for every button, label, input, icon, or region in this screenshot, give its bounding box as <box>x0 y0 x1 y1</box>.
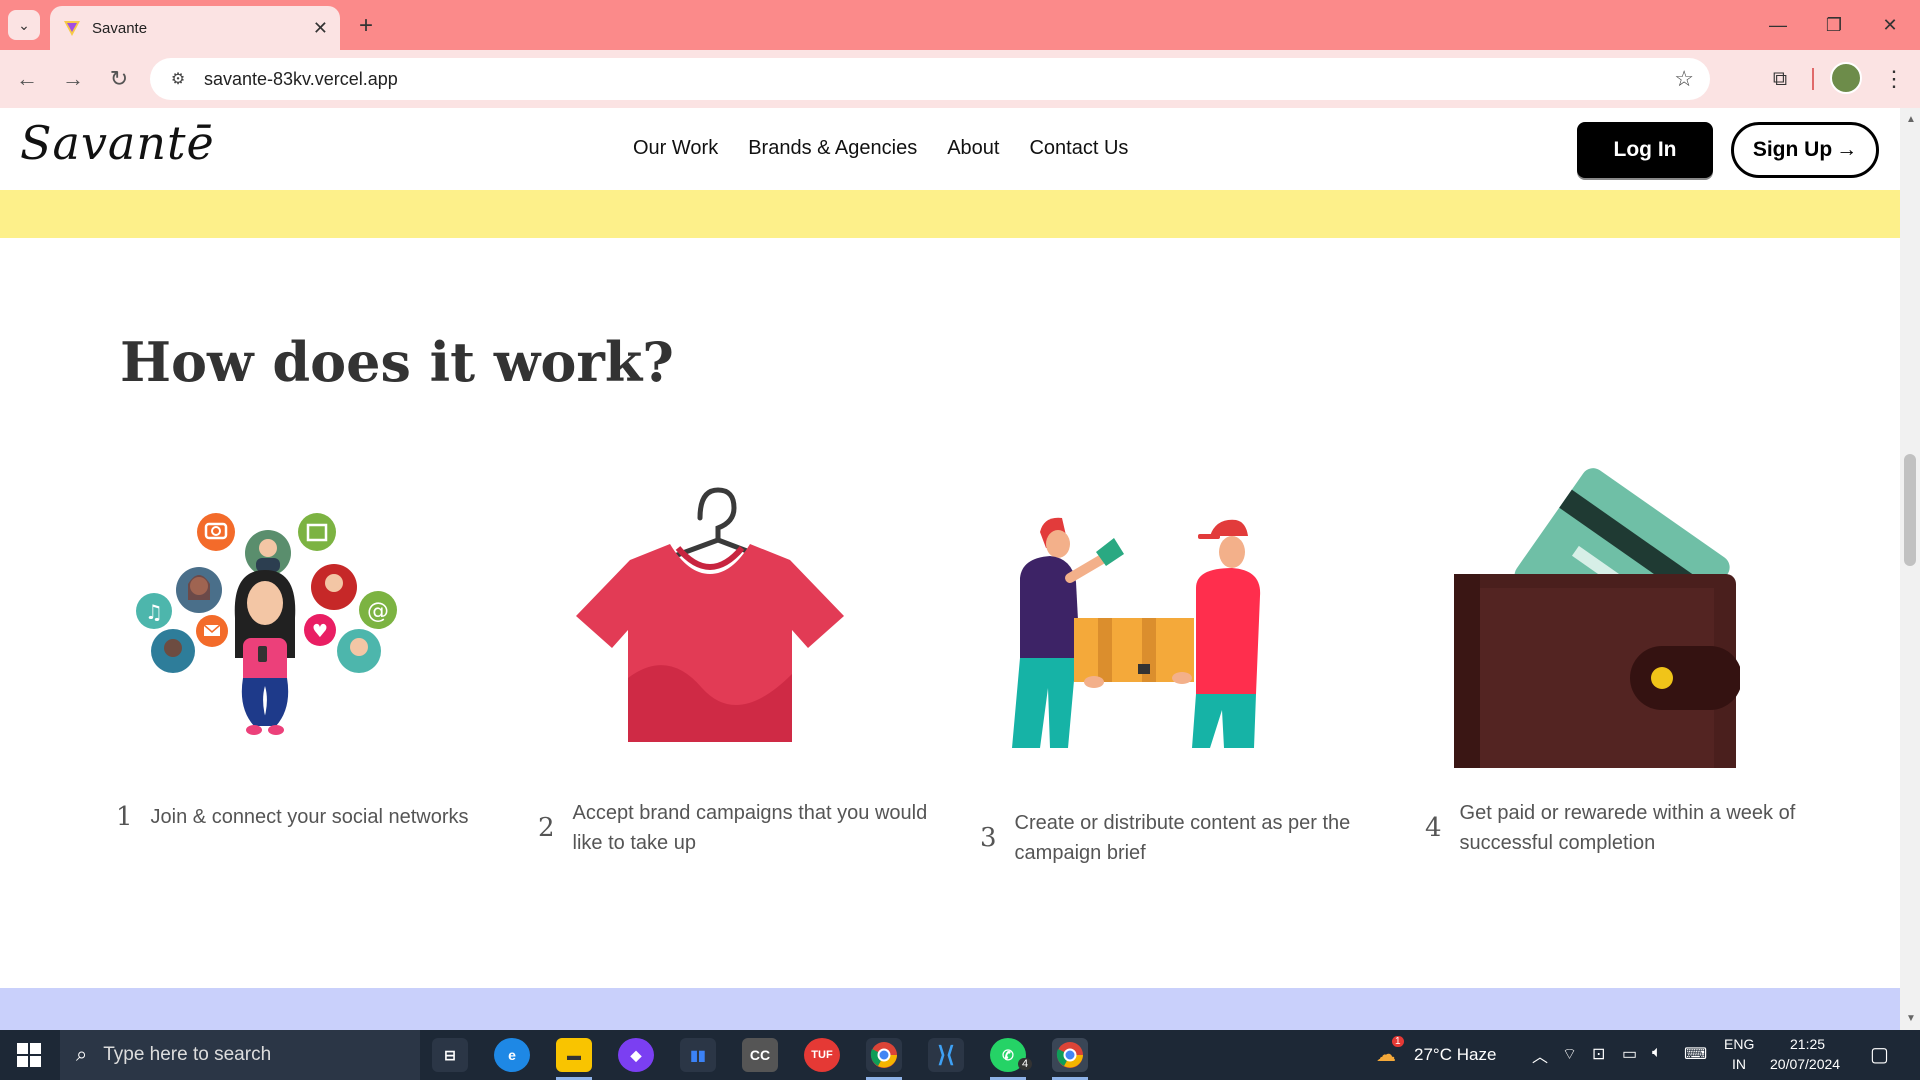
svg-text:♥: ♥ <box>312 621 328 642</box>
step-1: 1 Join & connect your social networks <box>116 802 496 832</box>
site-info-icon[interactable]: ⚙ <box>166 67 190 91</box>
step-3: 3 Create or distribute content as per th… <box>980 808 1380 868</box>
step-3-text: Create or distribute content as per the … <box>1014 812 1351 864</box>
back-icon[interactable]: ← <box>12 64 42 94</box>
language-bottom[interactable]: IN <box>1732 1056 1746 1072</box>
network-icon[interactable]: ⌔ <box>1562 1044 1577 1064</box>
wallet-payment-illustration <box>1454 468 1740 768</box>
tray-chevron-icon[interactable]: ︿ <box>1532 1043 1548 1067</box>
nav-our-work[interactable]: Our Work <box>633 137 718 160</box>
new-tab-button[interactable]: + <box>352 12 380 40</box>
edge-browser-icon[interactable]: e <box>494 1038 530 1072</box>
content-delivery-illustration <box>1012 517 1261 748</box>
taskbar-search-placeholder: Type here to search <box>103 1044 272 1065</box>
notifications-icon[interactable]: ▢ <box>1870 1042 1889 1067</box>
step-4-text: Get paid or rewarede within a week of su… <box>1459 802 1796 854</box>
chrome-profile-icon[interactable] <box>866 1038 902 1072</box>
step-2: 2 Accept brand campaigns that you would … <box>538 798 938 858</box>
svg-text:♫: ♫ <box>145 600 163 624</box>
social-network-illustration: @ ♫ ♥ <box>136 513 397 735</box>
savante-logo[interactable]: Savantē <box>20 116 215 170</box>
signup-label: Sign Up <box>1752 138 1833 161</box>
toolbar-divider <box>1812 68 1814 90</box>
url-text[interactable]: savante-83kv.vercel.app <box>204 69 1674 90</box>
svg-text:@: @ <box>367 599 389 624</box>
scroll-down-icon[interactable]: ▼ <box>1906 1013 1916 1024</box>
site-header: Savantē Our Work Brands & Agencies About… <box>0 108 1900 190</box>
reload-icon[interactable]: ↻ <box>104 64 134 94</box>
file-explorer-icon[interactable]: ▬ <box>556 1038 592 1072</box>
tab-title: Savante <box>92 19 148 37</box>
address-bar[interactable]: ⚙ savante-83kv.vercel.app ☆ <box>150 58 1710 100</box>
meet-icon[interactable]: ⊡ <box>1592 1044 1605 1064</box>
tab-search-chevron-icon[interactable]: ⌄ <box>8 10 40 40</box>
step-3-number: 3 <box>980 823 997 853</box>
keyboard-icon[interactable]: ⌨ <box>1684 1044 1707 1064</box>
step-4: 4 Get paid or rewarede within a week of … <box>1425 798 1825 858</box>
windows-taskbar: ⌕ Type here to search ⊟ e ▬ ◆ ▮▮ CC TUF … <box>0 1030 1920 1080</box>
savante-favicon-icon <box>64 21 80 36</box>
tshirt-hanger-illustration <box>576 487 844 742</box>
login-button[interactable]: Log In <box>1577 122 1713 178</box>
step-2-text: Accept brand campaigns that you would li… <box>572 802 928 854</box>
signup-button[interactable]: Sign Up → <box>1731 122 1879 178</box>
main-nav: Our Work Brands & Agencies About Contact… <box>633 137 1128 160</box>
tuf-app-icon[interactable]: TUF <box>804 1038 840 1072</box>
whatsapp-badge: 4 <box>1018 1058 1033 1070</box>
windows-start-icon[interactable] <box>0 1030 58 1080</box>
scroll-up-icon[interactable]: ▲ <box>1906 114 1916 125</box>
weather-text[interactable]: 27°C Haze <box>1414 1045 1496 1065</box>
weather-badge: 1 <box>1392 1036 1404 1047</box>
taskbar-search-box[interactable]: ⌕ Type here to search <box>60 1030 420 1080</box>
browser-toolbar: ← → ↻ ⚙ savante-83kv.vercel.app ☆ ⧉ ⋮ <box>0 50 1920 108</box>
tab-close-icon[interactable]: ✕ <box>313 18 328 39</box>
step-4-number: 4 <box>1425 813 1442 843</box>
bookmark-star-icon[interactable]: ☆ <box>1674 66 1694 92</box>
window-close-icon[interactable]: ✕ <box>1870 10 1910 40</box>
step-1-number: 1 <box>116 802 133 832</box>
search-icon: ⌕ <box>76 1043 88 1066</box>
forward-icon[interactable]: → <box>58 64 88 94</box>
lavender-section <box>0 988 1900 1030</box>
browser-tab[interactable]: Savante ✕ <box>50 6 340 50</box>
step-1-text: Join & connect your social networks <box>150 806 469 828</box>
nav-contact-us[interactable]: Contact Us <box>1029 137 1128 160</box>
extensions-icon[interactable]: ⧉ <box>1765 64 1795 94</box>
yellow-banner <box>0 190 1900 238</box>
battery-icon[interactable]: ▭ <box>1622 1044 1637 1064</box>
weather-icon[interactable]: ☁ <box>1376 1042 1396 1067</box>
profile-avatar[interactable] <box>1830 62 1862 94</box>
scroll-thumb[interactable] <box>1904 454 1916 566</box>
restore-icon[interactable]: ❐ <box>1814 10 1854 40</box>
browser-tabstrip: ⌄ Savante ✕ + — ❐ ✕ <box>0 0 1920 50</box>
task-view-icon[interactable]: ⊟ <box>432 1038 468 1072</box>
page-viewport: Savantē Our Work Brands & Agencies About… <box>0 108 1900 1030</box>
chrome-active-icon[interactable] <box>1052 1038 1088 1072</box>
browser-menu-icon[interactable]: ⋮ <box>1880 64 1908 94</box>
clock-time[interactable]: 21:25 <box>1790 1036 1825 1052</box>
minimize-icon[interactable]: — <box>1758 10 1798 40</box>
section-title: How does it work? <box>120 330 674 394</box>
clock-date[interactable]: 20/07/2024 <box>1770 1056 1840 1072</box>
arrow-right-icon: → <box>1836 138 1858 161</box>
step-2-number: 2 <box>538 813 555 843</box>
nav-brands-agencies[interactable]: Brands & Agencies <box>748 137 917 160</box>
nav-about[interactable]: About <box>947 137 999 160</box>
cc-app-icon[interactable]: CC <box>742 1038 778 1072</box>
charts-app-icon[interactable]: ▮▮ <box>680 1038 716 1072</box>
page-scrollbar[interactable]: ▲ ▼ <box>1900 108 1920 1030</box>
volume-icon[interactable]: 🔈︎ <box>1652 1044 1662 1062</box>
language-top[interactable]: ENG <box>1724 1036 1754 1052</box>
app-launcher-icon[interactable]: ◆ <box>618 1038 654 1072</box>
vscode-icon[interactable]: ⟩⟨ <box>928 1038 964 1072</box>
